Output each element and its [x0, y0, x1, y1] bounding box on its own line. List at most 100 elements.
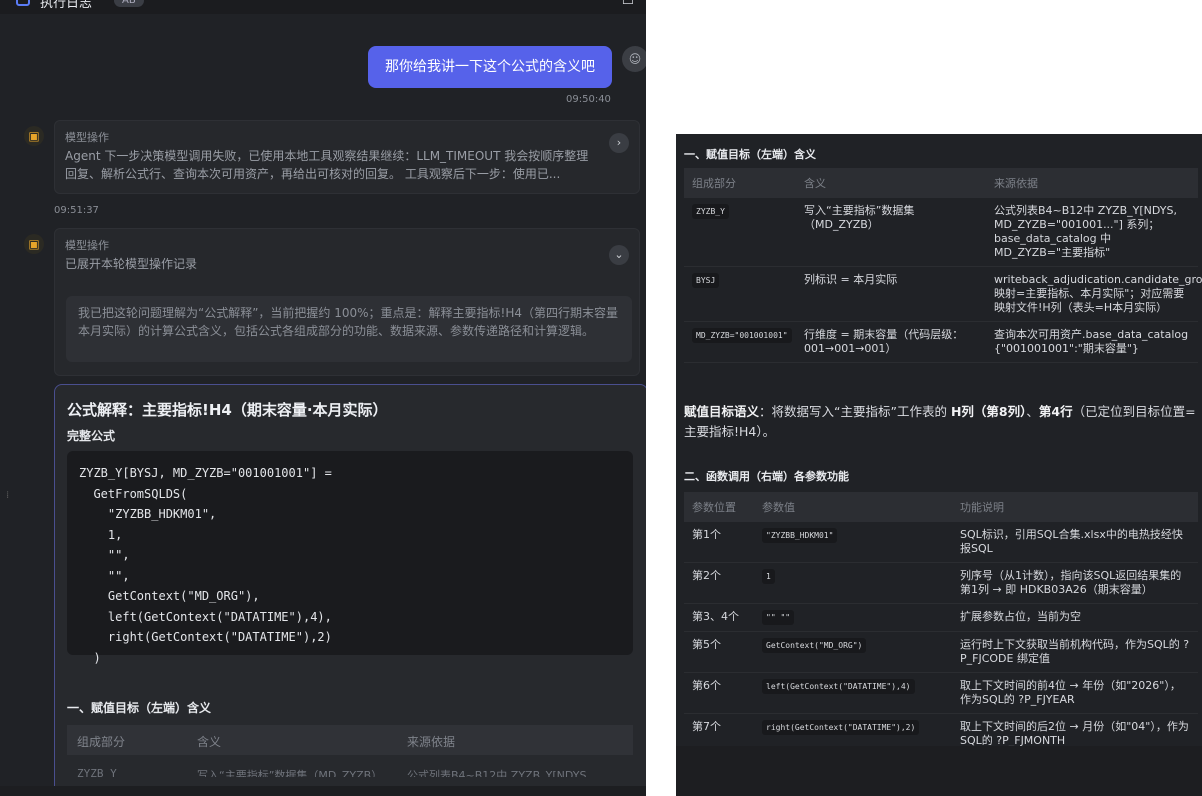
code-line: "",	[79, 548, 130, 562]
column-header: 参数位置	[684, 492, 754, 522]
user-avatar-icon: ☺	[622, 46, 646, 72]
model-op-card: 模型操作 Agent 下一步决策模型调用失败，已使用本地工具观察结果继续：LLM…	[54, 120, 640, 194]
summary-row: 第4行	[1038, 404, 1073, 419]
panel-badge: AB	[114, 0, 144, 7]
panel-title: 执行日志	[40, 0, 93, 11]
column-header: 来源依据	[407, 735, 456, 749]
code-line: "ZYZBB_HDKM01",	[79, 507, 217, 521]
summary-lead: 赋值目标语义	[684, 404, 760, 419]
op-text: Agent 下一步决策模型调用失败，已使用本地工具观察结果继续：LLM_TIME…	[65, 149, 589, 181]
column-header: 来源依据	[986, 168, 1198, 198]
table-row: 第6个 left(GetContext("DATATIME"),4) 取上下文时…	[684, 672, 1198, 714]
input-bar	[0, 786, 646, 796]
table-cell: MD_ZYZB="001001001"	[684, 321, 796, 363]
formula-code-block: ZYZB_Y[BYSJ, MD_ZYZB="001001001"] = GetF…	[67, 451, 633, 665]
user-message-time: 09:50:40	[566, 94, 611, 105]
scroll-handle[interactable]: ⁞	[6, 490, 9, 501]
table-cell: 列标识 = 本月实际	[796, 266, 986, 322]
table-cell: writeback_adjudication.candidate_groups[…	[986, 266, 1202, 322]
bot-avatar-icon: ▣	[24, 126, 44, 146]
code-chip: MD_ZYZB="001001001"	[692, 328, 792, 343]
table-header: 组成部分 含义 来源依据	[67, 725, 633, 755]
table-cell: 写入“主要指标”数据集（MD_ZYZB）	[796, 198, 986, 267]
code-chip: BYSJ	[692, 273, 720, 288]
table-cell: ZYZB_Y	[684, 198, 796, 267]
user-message: 那你给我讲一下这个公式的含义吧	[368, 46, 612, 88]
table-row: MD_ZYZB="001001001" 行维度 = 期末容量（代码层级：001→…	[684, 321, 1198, 363]
code-chip: ZYZB_Y	[692, 204, 729, 219]
code-line: GetFromSQLDS(	[79, 486, 188, 501]
code-line: 1,	[79, 527, 123, 542]
param-table: 参数位置 参数值 功能说明 第1个 "ZYZBB_HDKM01" SQL标识，引…	[684, 492, 1198, 755]
code-line: )	[79, 650, 101, 665]
table-row: 第5个 GetContext("MD_ORG") 运行时上下文获取当前机构代码，…	[684, 631, 1198, 673]
panel-footer	[676, 746, 1202, 796]
chevron-right-icon[interactable]: ›	[609, 133, 629, 153]
code-chip: GetContext("MD_ORG")	[762, 638, 867, 653]
bot-avatar-icon: ▣	[24, 234, 44, 254]
table-row: 第1个 "ZYZBB_HDKM01" SQL标识，引用SQL合集.xlsx中的电…	[684, 522, 1198, 563]
summary-text: ：将数据写入“主要指标”工作表的	[759, 404, 951, 419]
code-chip: "" ""	[762, 610, 795, 625]
table-cell: 公式列表B4~B12中 ZYZB_Y[NDYS, MD_ZYZB="001001…	[986, 198, 1198, 267]
log-icon	[16, 0, 30, 6]
table-cell: 第2个	[684, 562, 754, 604]
panel-header: 执行日志 AB ▭	[0, 0, 646, 14]
table-cell: BYSJ	[684, 266, 796, 322]
op-time: 09:51:37	[54, 205, 99, 216]
chat-panel: 执行日志 AB ▭ 那你给我讲一下这个公式的含义吧 ☺ 09:50:40 ▣ 模…	[0, 0, 646, 796]
chevron-down-icon[interactable]: ⌄	[609, 245, 629, 265]
column-header: 功能说明	[952, 492, 1198, 522]
table-cell: ZYZB_Y	[77, 767, 117, 777]
answer-card: 公式解释：主要指标!H4（期末容量·本月实际） 完整公式 ZYZB_Y[BYSJ…	[54, 384, 646, 796]
table-cell: SQL标识，引用SQL合集.xlsx中的电热技经快报SQL	[952, 522, 1198, 563]
code-line: left(GetContext("DATATIME"),4),	[79, 609, 332, 624]
column-header: 含义	[197, 735, 222, 749]
table-cell: 运行时上下文获取当前机构代码，作为SQL的 ?P_FJCODE 绑定值	[952, 631, 1198, 673]
code-chip: 1	[762, 569, 775, 584]
answer-title: 公式解释：主要指标!H4（期末容量·本月实际）	[67, 401, 388, 419]
table-cell: 第1个	[684, 522, 754, 563]
table-header: 组成部分 含义 来源依据	[684, 168, 1198, 198]
table-cell: "" ""	[754, 603, 952, 632]
column-header: 组成部分	[77, 735, 126, 749]
table-cell: 第6个	[684, 672, 754, 714]
assign-target-summary: 赋值目标语义：将数据写入“主要指标”工作表的 H列（第8列）、第4行（已定位到目…	[684, 402, 1196, 442]
table-cell: 取上下文时间的前4位 → 年份（如"2026"），作为SQL的 ?P_FJYEA…	[952, 672, 1198, 714]
code-chip: right(GetContext("DATATIME"),2)	[762, 720, 920, 735]
table-cell: 列序号（从1计数），指向该SQL返回结果集的第1列 → 即 HDKB03A26（…	[952, 562, 1198, 604]
plan-summary: 我已把这轮问题理解为“公式解释”，当前把握约 100%；重点是：解释主要指标!H…	[66, 296, 632, 362]
table-cell: 1	[754, 562, 952, 604]
window-icon[interactable]: ▭	[622, 0, 634, 9]
op-label: 模型操作	[65, 239, 109, 252]
code-line: right(GetContext("DATATIME"),2)	[79, 630, 332, 644]
column-header: 参数值	[754, 492, 952, 522]
table-cell: 第3、4个	[684, 603, 754, 632]
table-row: BYSJ 列标识 = 本月实际 writeback_adjudication.c…	[684, 266, 1202, 322]
table-cell: 扩展参数占位，当前为空	[952, 603, 1198, 632]
full-formula-label: 完整公式	[67, 429, 116, 443]
summary-column: H列（第8列）	[950, 404, 1027, 419]
summary-text: 、	[1026, 404, 1039, 419]
answer-zoom-panel: 一、赋值目标（左端）含义 组成部分 含义 来源依据 ZYZB_Y 写入“主要指标…	[676, 134, 1202, 796]
table-row: ZYZB_Y 写入“主要指标”数据集（MD_ZYZB） 公式列表B4~B12中 …	[684, 198, 1198, 267]
section-heading: 二、函数调用（右端）各参数功能	[684, 470, 849, 483]
table-row: 第3、4个 "" "" 扩展参数占位，当前为空	[684, 603, 1198, 632]
op-label: 模型操作	[65, 131, 109, 144]
table-cell: 写入“主要指标”数据集（MD_ZYZB）	[197, 769, 383, 777]
code-line: GetContext("MD_ORG"),	[79, 589, 260, 603]
code-line: "",	[79, 568, 130, 583]
table-row: 第2个 1 列序号（从1计数），指向该SQL返回结果集的第1列 → 即 HDKB…	[684, 562, 1198, 604]
table-cell: left(GetContext("DATATIME"),4)	[754, 672, 952, 714]
column-header: 含义	[796, 168, 986, 198]
code-chip: left(GetContext("DATATIME"),4)	[762, 679, 915, 694]
table-cell: 行维度 = 期末容量（代码层级：001→001→001）	[796, 321, 986, 363]
table-header: 参数位置 参数值 功能说明	[684, 492, 1198, 522]
section-heading: 一、赋值目标（左端）含义	[67, 701, 212, 715]
code-chip: "ZYZBB_HDKM01"	[762, 528, 838, 543]
table-cell: 查询本次可用资产.base_data_catalog {"001001001":…	[986, 321, 1198, 363]
code-line: ZYZB_Y[BYSJ, MD_ZYZB="001001001"] =	[79, 466, 332, 480]
section-heading: 一、赋值目标（左端）含义	[684, 148, 816, 161]
table-cell: 第5个	[684, 631, 754, 673]
assign-target-table: 组成部分 含义 来源依据 ZYZB_Y 写入“主要指标”数据集（MD_ZYZB）…	[684, 168, 1202, 363]
